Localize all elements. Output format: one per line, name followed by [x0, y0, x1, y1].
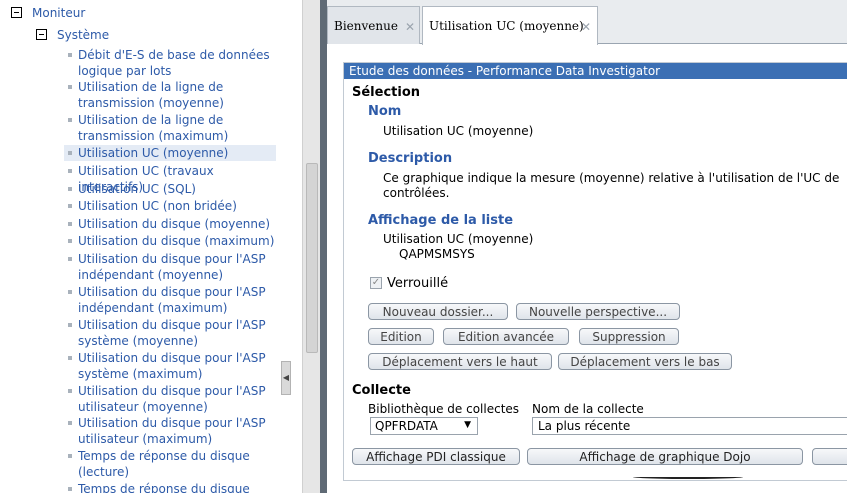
affichage-value: Utilisation UC (moyenne) — [383, 232, 534, 246]
annotation-underline — [633, 475, 743, 479]
tab-label: Bienvenue — [334, 18, 398, 33]
description-label: Description — [368, 151, 453, 166]
tree-item[interactable]: Utilisation de la ligne de transmission … — [64, 112, 276, 144]
tree-item[interactable]: Utilisation du disque pour l'ASP système… — [64, 317, 276, 349]
description-text: contrôlées. — [383, 186, 450, 200]
tree-item[interactable]: Utilisation du disque pour l'ASP système… — [64, 350, 276, 382]
tree-item[interactable]: Débit d'E-S de base de données logique p… — [64, 47, 276, 79]
tree-item[interactable]: Utilisation du disque pour l'ASP utilisa… — [64, 383, 276, 415]
tab-utilisation-uc[interactable]: Utilisation UC (moyenne) ✕ — [422, 6, 598, 45]
tree-item[interactable]: Temps de réponse du disque (lecture) — [64, 448, 276, 480]
nom-collecte-field[interactable]: La plus récente — [532, 417, 847, 435]
description-text: Ce graphique indique la mesure (moyenne)… — [383, 171, 840, 185]
tree-item-selected[interactable]: Utilisation UC (moyenne) — [64, 145, 276, 161]
tree-item[interactable]: Utilisation du disque pour l'ASP indépen… — [64, 284, 276, 316]
affichage-pdi-classique-button[interactable]: Affichage PDI classique — [352, 448, 520, 465]
tree-node-moniteur[interactable]: Moniteur — [32, 5, 85, 21]
verrouille-label: Verrouillé — [387, 276, 449, 291]
nom-label: Nom — [368, 104, 402, 119]
tree-item[interactable]: Utilisation du disque (maximum) — [64, 233, 276, 249]
tree-scrollbar[interactable] — [302, 0, 320, 493]
collapse-pane-handle[interactable]: ◀ — [281, 361, 291, 395]
pane-splitter[interactable] — [320, 0, 327, 493]
close-icon[interactable]: ✕ — [405, 21, 415, 33]
bibliotheque-value: QPFRDATA — [375, 419, 438, 433]
nom-collecte-value: La plus récente — [538, 419, 631, 433]
collapse-icon[interactable] — [11, 7, 22, 18]
close-icon[interactable]: ✕ — [581, 21, 591, 33]
dropdown-arrow-icon: ▼ — [464, 420, 471, 430]
affichage-label: Affichage de la liste — [368, 213, 514, 228]
tab-bienvenue[interactable]: Bienvenue ✕ — [327, 6, 420, 44]
tree-item[interactable]: Temps de réponse du disque — [64, 481, 276, 493]
tree-item[interactable]: Utilisation du disque pour l'ASP utilisa… — [64, 415, 276, 447]
tab-label: Utilisation UC (moyenne) — [429, 19, 584, 33]
nom-collecte-label: Nom de la collecte — [532, 402, 644, 416]
panel-title: Etude des données - Performance Data Inv… — [344, 63, 847, 79]
suppression-button[interactable]: Suppression — [579, 328, 679, 345]
affichage-table: QAPMSMSYS — [399, 247, 475, 261]
nouveau-dossier-button[interactable]: Nouveau dossier... — [368, 303, 508, 320]
deplacement-haut-button[interactable]: Déplacement vers le haut — [368, 353, 552, 370]
nouvelle-perspective-button[interactable]: Nouvelle perspective... — [516, 303, 680, 320]
selection-heading: Sélection — [352, 85, 421, 100]
tree-scrollbar-thumb[interactable] — [306, 163, 318, 353]
tree-item[interactable]: Utilisation de la ligne de transmission … — [64, 79, 276, 111]
nom-value: Utilisation UC (moyenne) — [383, 124, 534, 138]
tree-item[interactable]: Utilisation du disque (moyenne) — [64, 216, 276, 232]
tree-node-systeme[interactable]: Système — [57, 27, 109, 43]
affichage-graphique-dojo-button[interactable]: Affichage de graphique Dojo — [527, 448, 803, 465]
edition-avancee-button[interactable]: Edition avancée — [443, 328, 569, 345]
bibliotheque-label: Bibliothèque de collectes — [368, 402, 520, 416]
tree-item[interactable]: Utilisation du disque pour l'ASP indépen… — [64, 251, 276, 283]
edition-button[interactable]: Edition — [368, 328, 434, 345]
collapse-icon[interactable] — [36, 29, 47, 40]
tree-item[interactable]: Utilisation UC (SQL) — [64, 181, 276, 197]
investigator-panel: Etude des données - Performance Data Inv… — [343, 62, 847, 481]
tree-item[interactable]: Utilisation UC (non bridée) — [64, 198, 276, 214]
content-pane: Bienvenue ✕ Utilisation UC (moyenne) ✕ E… — [327, 0, 847, 493]
bibliotheque-select[interactable]: QPFRDATA ▼ — [370, 417, 478, 435]
deplacement-bas-button[interactable]: Déplacement vers le bas — [558, 353, 732, 370]
collecte-heading: Collecte — [352, 383, 411, 398]
tab-strip: Bienvenue ✕ Utilisation UC (moyenne) ✕ — [327, 0, 847, 45]
navigation-tree: Moniteur Système Débit d'E-S de base de … — [0, 0, 302, 493]
extra-button[interactable] — [812, 448, 847, 465]
verrouille-checkbox[interactable]: ✓ — [370, 277, 382, 289]
